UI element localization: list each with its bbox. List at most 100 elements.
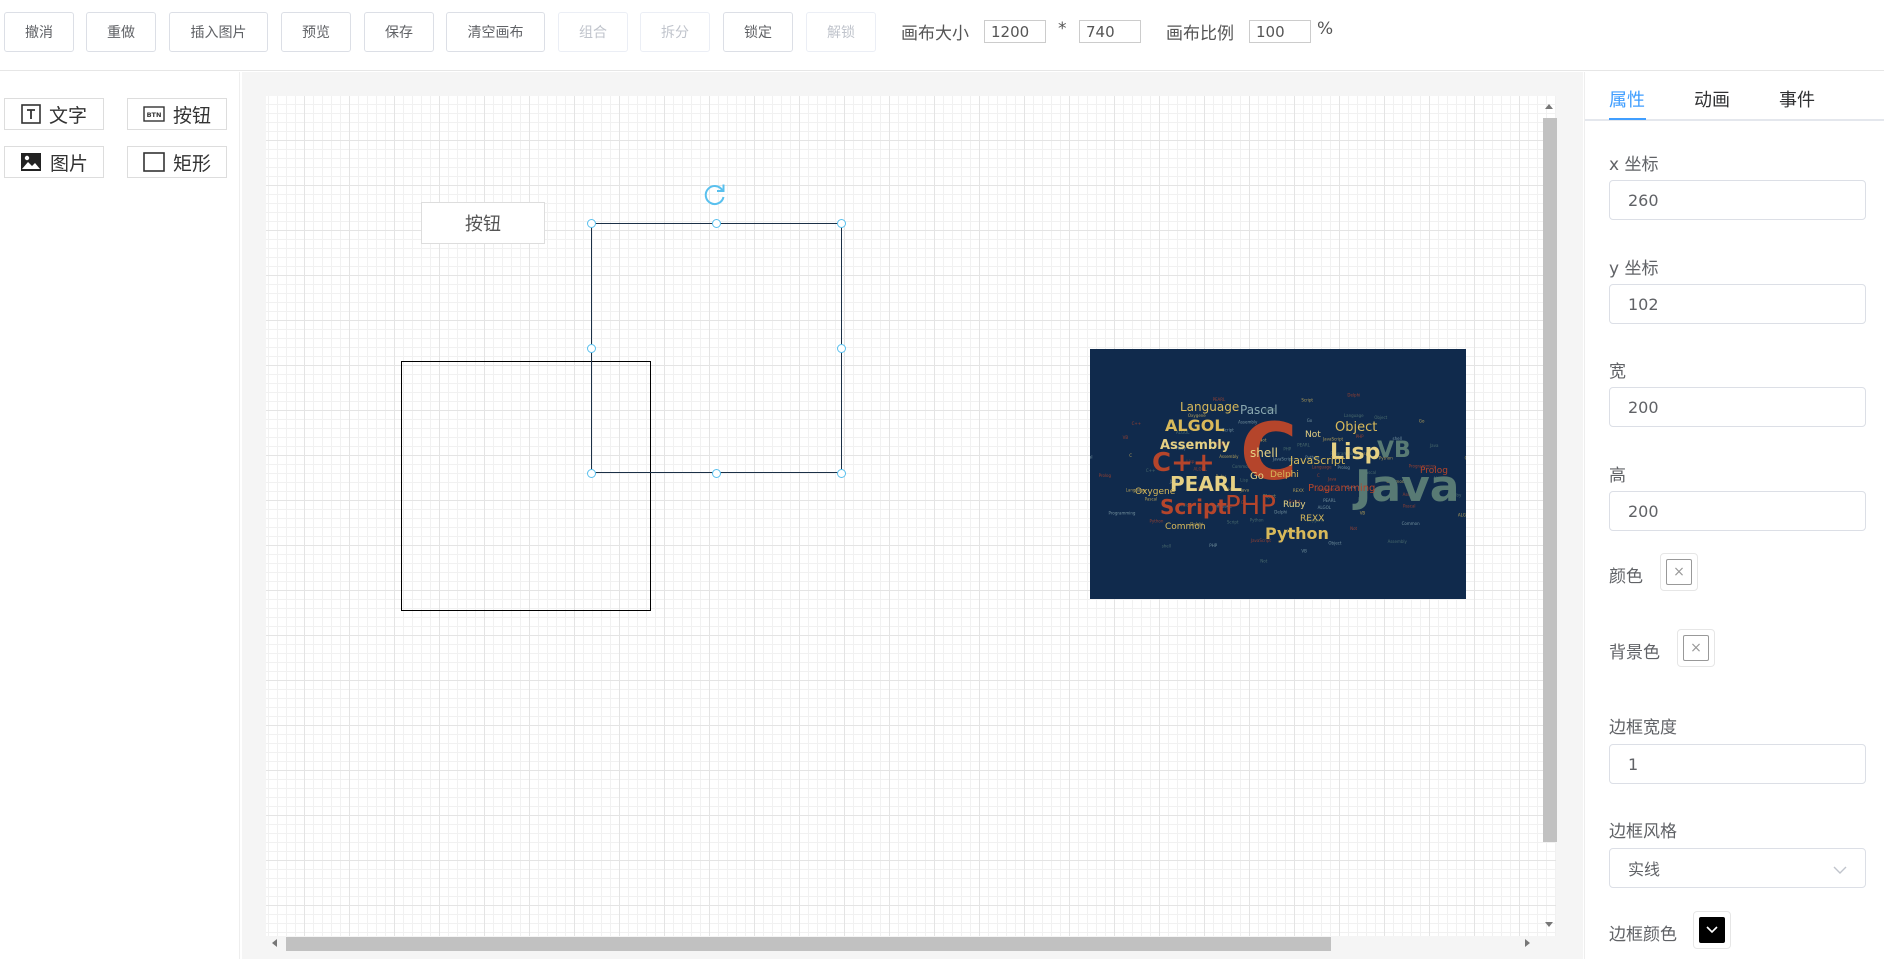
horizontal-scroll-thumb[interactable] — [286, 937, 1331, 951]
resize-handle-ne[interactable] — [837, 219, 846, 228]
y-coord-input[interactable] — [1609, 284, 1866, 324]
wordcloud-filler: Not — [1260, 559, 1267, 564]
wordcloud-word: Programming — [1308, 483, 1375, 494]
resize-handle-sw[interactable] — [587, 469, 596, 478]
wordcloud-word: Ruby — [1283, 500, 1306, 510]
canvas-height-input[interactable] — [1079, 20, 1141, 43]
wordcloud-filler: ALGOL — [1318, 505, 1332, 510]
lock-button[interactable]: 锁定 — [723, 12, 793, 52]
group-button[interactable]: 组合 — [558, 12, 628, 52]
bg-color-picker[interactable]: × — [1677, 629, 1715, 667]
border-style-select[interactable]: 实线 — [1609, 848, 1866, 888]
panel-tabs: 属性 动画 事件 — [1585, 72, 1884, 121]
wordcloud-filler: Pascal — [1145, 496, 1158, 501]
redo-button[interactable]: 重做 — [86, 12, 156, 52]
wordcloud-filler: Object — [1328, 541, 1341, 546]
tab-animation[interactable]: 动画 — [1694, 86, 1730, 112]
scroll-right-arrow-icon[interactable] — [1525, 939, 1530, 947]
tab-attributes[interactable]: 属性 — [1609, 86, 1645, 112]
scroll-up-arrow-icon[interactable] — [1545, 104, 1553, 109]
resize-handle-se[interactable] — [837, 469, 846, 478]
canvas-image-element[interactable]: C Java PHP PEARL ALGOL Lisp Python Script Assemb… — [1080, 349, 1490, 599]
image-component[interactable]: 图片 — [4, 146, 104, 178]
wordcloud-word: Delphi — [1270, 470, 1299, 480]
border-width-label: 边框宽度 — [1609, 718, 1677, 738]
rotate-icon[interactable] — [702, 181, 728, 207]
wordcloud-image: CJavaPHPPEARLALGOLLispPythonScriptAssemb… — [1080, 349, 1490, 599]
tab-events[interactable]: 事件 — [1779, 86, 1815, 112]
canvas-area: 按钮 C Java PHP PEARL ALGOL Lisp Python Script Ass… — [242, 72, 1583, 959]
button-component[interactable]: BTN 按钮 — [127, 98, 227, 130]
rectangle-icon — [143, 152, 165, 172]
wordcloud-filler: Programming — [1109, 510, 1136, 515]
wordcloud-filler: Delphi — [1347, 392, 1360, 397]
rect-component[interactable]: 矩形 — [127, 146, 227, 178]
wordcloud-filler: Delphi — [1274, 509, 1287, 514]
height-input[interactable] — [1609, 491, 1866, 531]
clear-canvas-button[interactable]: 清空画布 — [446, 12, 545, 52]
wordcloud-word: shell — [1250, 446, 1278, 460]
wordcloud-filler: PHP — [1209, 543, 1217, 548]
svg-text:BTN: BTN — [147, 111, 162, 119]
insert-image-button[interactable]: 插入图片 — [169, 12, 268, 52]
resize-handle-nw[interactable] — [587, 219, 596, 228]
preview-button[interactable]: 预览 — [281, 12, 351, 52]
color-picker[interactable]: × — [1660, 553, 1698, 591]
border-width-input[interactable] — [1609, 744, 1866, 784]
undo-button[interactable]: 撤消 — [4, 12, 74, 52]
wordcloud-word: ALGOL — [1165, 416, 1225, 435]
selected-rect-element[interactable] — [591, 223, 842, 473]
unlock-button[interactable]: 解锁 — [806, 12, 876, 52]
image-icon — [20, 152, 42, 172]
border-color-swatch — [1699, 917, 1725, 943]
resize-handle-n[interactable] — [712, 219, 721, 228]
wordcloud-word: Common — [1165, 522, 1206, 532]
save-button[interactable]: 保存 — [364, 12, 434, 52]
canvas-scale-input[interactable] — [1249, 20, 1311, 43]
editor-canvas[interactable]: 按钮 C Java PHP PEARL ALGOL Lisp Python Script Ass… — [266, 96, 1556, 936]
wordcloud-filler: ALGOL — [1458, 513, 1466, 518]
width-label: 宽 — [1609, 362, 1626, 382]
width-input[interactable] — [1609, 387, 1866, 427]
chevron-down-icon — [1706, 926, 1718, 934]
size-separator: * — [1058, 19, 1067, 39]
scroll-left-arrow-icon[interactable] — [272, 939, 277, 947]
wordcloud-word: JavaScript — [1289, 454, 1346, 467]
component-panel: 文字 BTN 按钮 图片 矩形 — [0, 72, 240, 959]
vertical-scroll-thumb[interactable] — [1543, 118, 1557, 842]
vertical-scrollbar[interactable] — [1540, 98, 1558, 936]
text-component-label: 文字 — [48, 104, 87, 127]
wordcloud-filler: PEARL — [1323, 498, 1336, 503]
wordcloud-filler: VB — [1123, 435, 1129, 440]
x-coord-label: x 坐标 — [1609, 155, 1659, 175]
wordcloud-filler: Assembly — [1388, 539, 1408, 544]
wordcloud-filler: C — [1317, 473, 1320, 478]
ungroup-button[interactable]: 拆分 — [640, 12, 710, 52]
wordcloud-filler: C++ — [1465, 456, 1466, 461]
wordcloud-word: Script — [1160, 495, 1227, 519]
resize-handle-e[interactable] — [837, 344, 846, 353]
scroll-down-arrow-icon[interactable] — [1545, 922, 1553, 927]
canvas-width-input[interactable] — [984, 20, 1046, 43]
wordcloud-filler: Assembly — [1219, 454, 1239, 459]
border-color-picker[interactable] — [1693, 911, 1731, 949]
toolbar: 撤消 重做 插入图片 预览 保存 清空画布 组合 拆分 锁定 解锁 画布大小 *… — [0, 0, 1884, 71]
resize-handle-s[interactable] — [712, 469, 721, 478]
text-icon — [21, 104, 41, 124]
empty-bg-color-icon: × — [1683, 635, 1709, 661]
resize-handle-w[interactable] — [587, 344, 596, 353]
border-style-value: 实线 — [1628, 860, 1661, 879]
canvas-button-element[interactable]: 按钮 — [421, 202, 545, 244]
wordcloud-filler: Java — [1429, 443, 1439, 448]
horizontal-scrollbar[interactable] — [266, 934, 1538, 952]
wordcloud-word: REXX — [1300, 514, 1324, 524]
percent-sign: % — [1317, 19, 1334, 39]
rect-component-label: 矩形 — [172, 152, 211, 175]
wordcloud-filler: Prolog — [1099, 473, 1112, 478]
text-component[interactable]: 文字 — [4, 98, 104, 130]
x-coord-input[interactable] — [1609, 180, 1866, 220]
wordcloud-filler: Not — [1350, 526, 1357, 531]
wordcloud-filler: VB — [1301, 548, 1307, 553]
wordcloud-filler: PEARL — [1297, 443, 1310, 448]
image-component-label: 图片 — [49, 152, 88, 175]
